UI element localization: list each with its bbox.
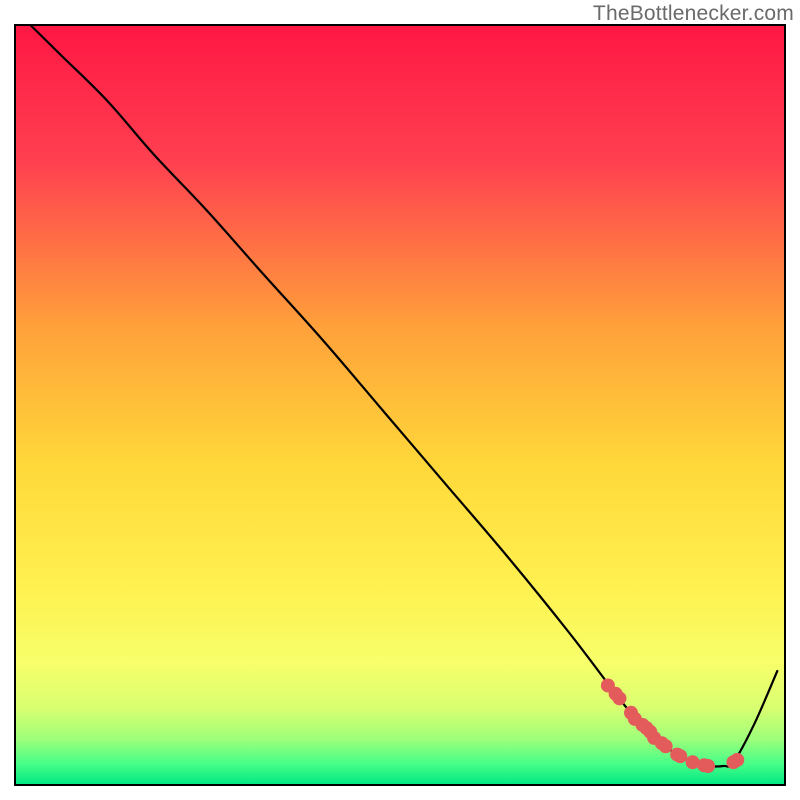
watermark-label: TheBottlenecker.com [593, 2, 794, 26]
highlight-point [730, 753, 744, 767]
chart-container: { "watermark": "TheBottlenecker.com", "c… [0, 0, 800, 800]
gradient-background [15, 25, 785, 785]
highlight-point [612, 691, 626, 705]
highlight-point [659, 739, 673, 753]
bottleneck-chart [0, 0, 800, 800]
highlight-point [701, 759, 715, 773]
highlight-point [673, 749, 687, 763]
